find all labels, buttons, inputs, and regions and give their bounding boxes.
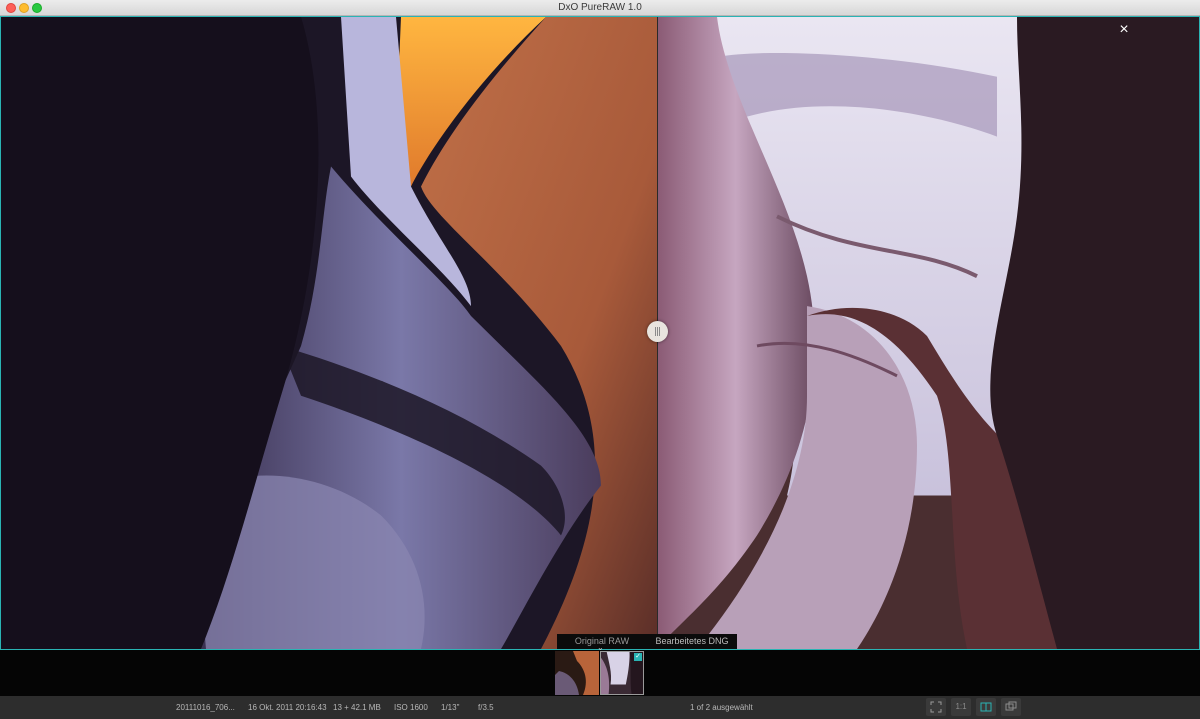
app-window: DxO PureRAW 1.0 × Original RAW Bearbeite… (0, 0, 1200, 719)
split-compare-icon[interactable] (976, 698, 996, 716)
status-bar: 20111016_706... 16 Okt. 2011 20:16:43 13… (0, 696, 1200, 719)
title-bar: DxO PureRAW 1.0 (0, 0, 1200, 16)
compare-labels: Original RAW Bearbeitetes DNG ⌄ (557, 634, 737, 652)
original-raw-image (1, 17, 657, 649)
iso-text: ISO 1600 (394, 703, 428, 712)
thumbnail-selected[interactable]: ✓ (600, 651, 644, 695)
processed-dng-image (657, 17, 1199, 649)
aperture-text: f/3.5 (478, 703, 494, 712)
close-viewer-icon[interactable]: × (1113, 19, 1135, 41)
selected-check-icon[interactable]: ✓ (634, 653, 642, 661)
grip-line (657, 327, 658, 336)
datetime-text: 16 Okt. 2011 20:16:43 (248, 703, 327, 712)
side-by-side-icon[interactable] (1001, 698, 1021, 716)
image-viewer[interactable]: × (0, 16, 1200, 650)
window-title: DxO PureRAW 1.0 (558, 2, 642, 13)
selection-count-text: 1 of 2 ausgewählt (690, 703, 753, 712)
grip-line (655, 327, 656, 336)
processed-dng-label[interactable]: Bearbeitetes DNG (647, 634, 737, 649)
grip-line (659, 327, 660, 336)
one-to-one-icon[interactable]: 1:1 (951, 698, 971, 716)
thumbnail[interactable] (555, 651, 599, 695)
filename-text: 20111016_706... (176, 703, 235, 712)
filmstrip: ✓ (0, 650, 1200, 696)
filesize-text: 13 + 42.1 MB (333, 703, 381, 712)
fit-icon[interactable] (926, 698, 946, 716)
divider-handle[interactable] (647, 321, 668, 342)
shutter-text: 1/13" (441, 703, 460, 712)
